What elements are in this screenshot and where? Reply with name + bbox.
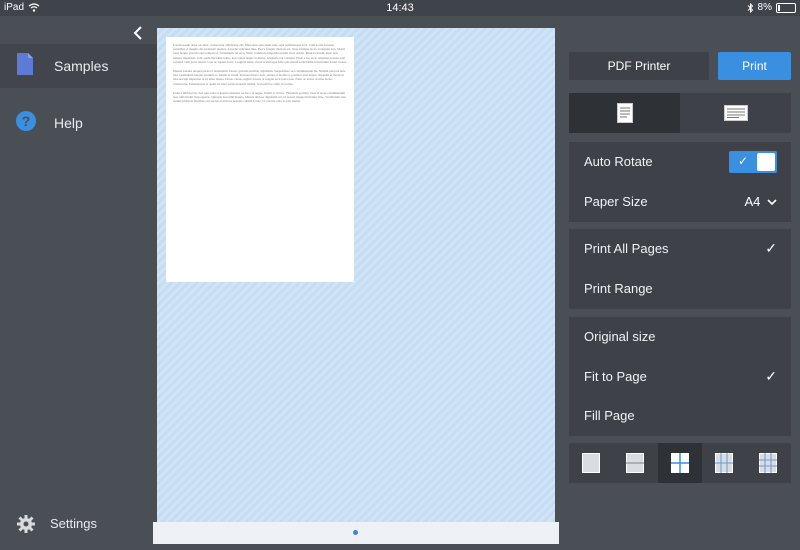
pdf-printer-button[interactable]: PDF Printer — [569, 52, 709, 80]
layout-2-icon — [626, 453, 644, 473]
battery-icon — [776, 2, 796, 13]
back-button[interactable] — [128, 24, 148, 44]
sidebar: Samples ? Help Settings — [0, 16, 157, 550]
layout-1-button[interactable] — [569, 443, 613, 483]
landscape-icon — [723, 105, 748, 121]
preview-paragraph: Lorem ipsum dolor sit amet, consectetur … — [173, 43, 347, 64]
page-dot[interactable] — [353, 530, 358, 535]
gear-icon — [16, 514, 36, 534]
document-icon — [15, 52, 35, 81]
orientation-selector — [569, 93, 791, 133]
layout-1-icon — [582, 453, 600, 473]
portrait-button[interactable] — [569, 93, 680, 133]
layout-4-icon — [671, 453, 689, 473]
status-bar: iPad 14:43 8% — [0, 0, 800, 16]
layout-6-icon — [715, 453, 733, 473]
print-all-row[interactable]: Print All Pages ✓ — [569, 229, 791, 269]
options-group-rotate: Auto Rotate ✓ Paper Size A4 — [569, 142, 791, 222]
original-size-row[interactable]: Original size — [569, 317, 791, 357]
chevron-left-icon — [133, 26, 142, 40]
layout-2-button[interactable] — [613, 443, 657, 483]
sidebar-item-samples[interactable]: Samples — [0, 44, 157, 88]
svg-text:?: ? — [22, 113, 31, 129]
pages-per-sheet-selector — [569, 443, 791, 483]
sidebar-item-help[interactable]: ? Help — [0, 101, 157, 145]
print-all-label: Print All Pages — [584, 241, 669, 256]
portrait-icon — [616, 103, 633, 123]
preview-paragraph: Proin a nibh lectus. Sed quis urna at ip… — [173, 90, 346, 104]
options-group-pages: Print All Pages ✓ Print Range — [569, 229, 791, 309]
layout-9-button[interactable] — [746, 443, 790, 483]
paper-size-row[interactable]: Paper Size A4 — [569, 182, 791, 222]
paper-size-label: Paper Size — [584, 194, 648, 209]
sidebar-item-label: Help — [54, 115, 83, 131]
fill-page-label: Fill Page — [584, 408, 635, 423]
status-time: 14:43 — [386, 2, 414, 14]
settings-label: Settings — [50, 516, 97, 531]
print-range-row[interactable]: Print Range — [569, 269, 791, 309]
checkmark-icon: ✓ — [765, 368, 777, 384]
print-preview[interactable]: Lorem ipsum dolor sit amet, consectetur … — [157, 28, 555, 522]
chevron-down-icon — [767, 199, 777, 206]
page-thumbnail[interactable]: Lorem ipsum dolor sit amet, consectetur … — [166, 37, 354, 282]
battery-percent: 8% — [757, 2, 772, 13]
page-indicator — [153, 522, 559, 544]
settings-button[interactable]: Settings — [0, 510, 157, 540]
layout-6-button[interactable] — [702, 443, 746, 483]
layout-9-icon — [759, 453, 777, 473]
fill-page-row[interactable]: Fill Page — [569, 396, 791, 436]
help-icon: ? — [15, 110, 37, 137]
fit-to-page-row[interactable]: Fit to Page ✓ — [569, 357, 791, 397]
paper-size-select[interactable]: A4 — [744, 194, 777, 209]
auto-rotate-row: Auto Rotate ✓ — [569, 142, 791, 182]
check-icon: ✓ — [738, 154, 749, 168]
print-button[interactable]: Print — [718, 52, 791, 80]
fit-to-page-label: Fit to Page — [584, 369, 647, 384]
auto-rotate-toggle[interactable]: ✓ — [729, 151, 777, 173]
bluetooth-icon — [747, 2, 753, 13]
print-range-label: Print Range — [584, 281, 653, 296]
preview-paragraph: Mauris sodales aliquet purus id fermentu… — [173, 69, 346, 86]
layout-4-button[interactable] — [658, 443, 702, 483]
checkmark-icon: ✓ — [765, 240, 777, 256]
original-size-label: Original size — [584, 329, 656, 344]
landscape-button[interactable] — [680, 93, 791, 133]
sidebar-item-label: Samples — [54, 58, 109, 74]
auto-rotate-label: Auto Rotate — [584, 154, 653, 169]
options-group-scaling: Original size Fit to Page ✓ Fill Page — [569, 317, 791, 436]
paper-size-value: A4 — [744, 194, 761, 209]
